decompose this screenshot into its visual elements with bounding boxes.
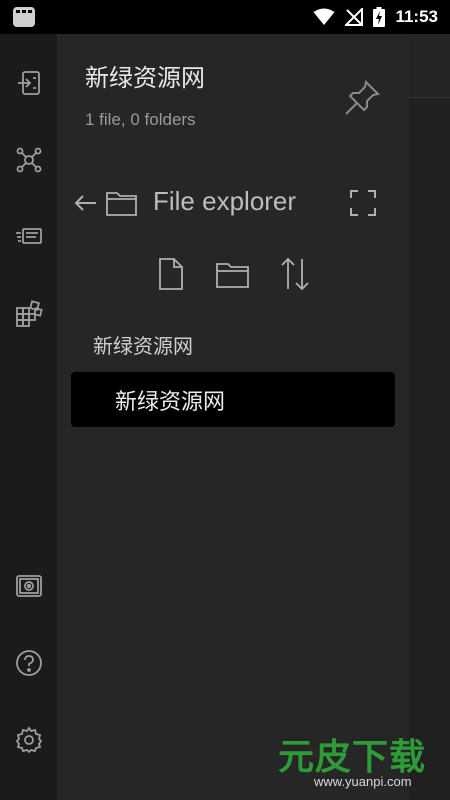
- explorer-header: File explorer: [73, 184, 393, 224]
- vault-stats: 1 file, 0 folders: [85, 110, 196, 129]
- explorer-title: File explorer: [153, 186, 297, 216]
- new-folder-icon[interactable]: [214, 256, 252, 292]
- new-note-icon[interactable]: [154, 256, 188, 292]
- file-name: 新绿资源网: [115, 390, 226, 415]
- battery-charging-icon: [373, 7, 386, 27]
- ribbon-sidebar: [0, 34, 58, 800]
- root-folder-label[interactable]: 新绿资源网: [93, 330, 193, 359]
- folder-icon: [106, 192, 137, 216]
- back-arrow-icon[interactable]: [73, 190, 99, 216]
- graph-view-icon[interactable]: [12, 143, 46, 177]
- help-icon[interactable]: [12, 646, 46, 680]
- slides-icon[interactable]: [12, 220, 46, 254]
- clock: 11:53: [395, 7, 438, 26]
- vault-icon[interactable]: [12, 569, 46, 603]
- expand-icon[interactable]: [348, 188, 378, 218]
- open-note-icon[interactable]: [12, 66, 46, 100]
- status-bar: 11:53: [0, 0, 450, 34]
- vault-title[interactable]: 新绿资源网: [85, 58, 205, 93]
- sort-icon[interactable]: [278, 256, 312, 292]
- plugins-grid-icon[interactable]: [12, 296, 46, 330]
- app-notification-icon: [13, 7, 35, 27]
- wifi-icon: [313, 8, 335, 25]
- file-explorer-drawer: 新绿资源网 1 file, 0 folders File explorer 新绿…: [58, 34, 409, 800]
- workspace-header: [409, 34, 450, 98]
- file-item-selected[interactable]: 新绿资源网: [71, 372, 395, 427]
- pin-icon[interactable]: [342, 78, 382, 118]
- no-signal-icon: [345, 8, 364, 26]
- explorer-actions: [154, 256, 314, 296]
- settings-icon[interactable]: [12, 723, 46, 757]
